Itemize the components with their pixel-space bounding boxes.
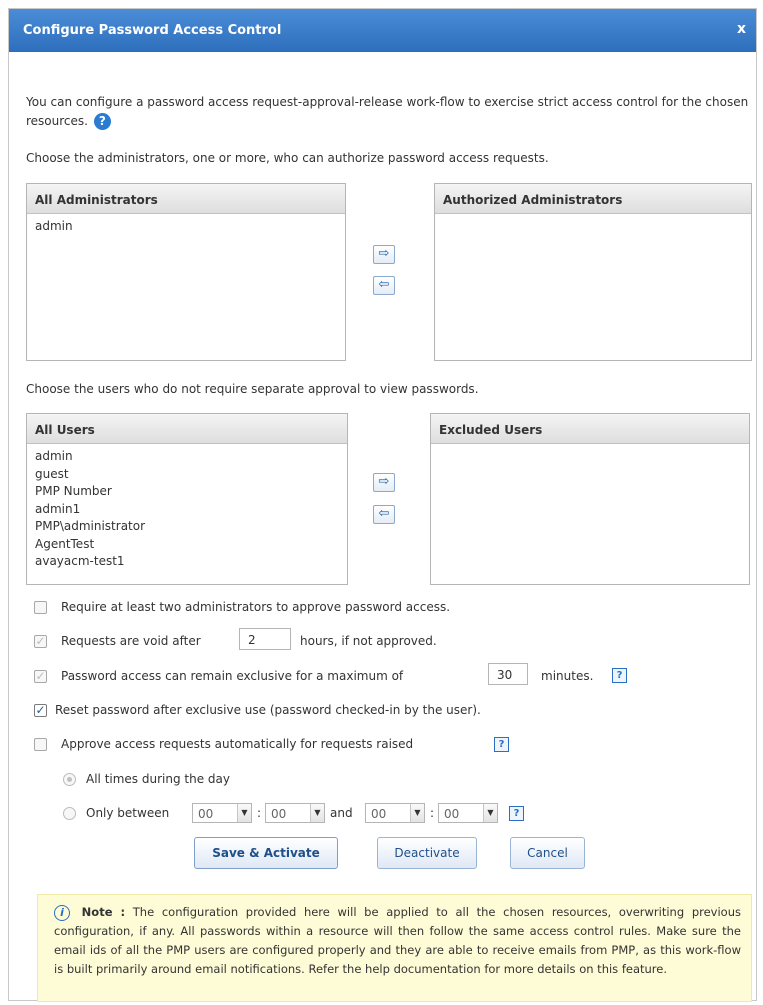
end-minute-select[interactable]: 00 ▼	[438, 803, 498, 823]
start-hour-select[interactable]: 00 ▼	[192, 803, 252, 823]
list-item[interactable]: guest	[35, 466, 347, 484]
all-users-list[interactable]: All Users admin guest PMP Number admin1 PMP\…	[26, 413, 348, 585]
all-administrators-list[interactable]: All Administrators admin	[26, 183, 346, 361]
void-after-prefix: Requests are void after	[61, 634, 201, 648]
cancel-button[interactable]: Cancel	[510, 837, 585, 869]
configure-password-access-dialog: Configure Password Access Control x You …	[8, 8, 757, 1002]
exclusive-max-checkbox[interactable]: ✓	[34, 670, 47, 683]
list-item[interactable]: admin	[35, 448, 347, 466]
arrow-right-icon[interactable]: ⇨	[373, 245, 395, 264]
list-item[interactable]: AgentTest	[35, 536, 347, 554]
all-times-radio[interactable]	[63, 773, 76, 786]
void-after-checkbox[interactable]: ✓	[34, 635, 47, 648]
info-icon: i	[54, 904, 70, 921]
arrow-right-icon[interactable]: ⇨	[373, 473, 395, 492]
end-hour-value: 00	[371, 807, 387, 821]
help-icon[interactable]: ?	[612, 668, 627, 683]
arrow-left-icon[interactable]: ⇦	[373, 505, 395, 524]
all-administrators-items[interactable]: admin	[27, 214, 345, 236]
reset-after-label: Reset password after exclusive use (pass…	[55, 703, 481, 717]
list-item[interactable]: admin	[35, 218, 345, 236]
only-between-radio[interactable]	[63, 807, 76, 820]
note-box: i Note : The configuration provided here…	[37, 894, 752, 1002]
auto-approve-checkbox[interactable]	[34, 738, 47, 751]
require-two-admins-label: Require at least two administrators to a…	[61, 600, 451, 614]
all-times-label: All times during the day	[86, 772, 230, 786]
void-after-suffix: hours, if not approved.	[300, 634, 437, 648]
dialog-title: Configure Password Access Control	[23, 23, 282, 38]
all-administrators-header: All Administrators	[27, 184, 345, 214]
and-label: and	[330, 806, 353, 820]
deactivate-button[interactable]: Deactivate	[377, 837, 477, 869]
only-between-label: Only between	[86, 806, 170, 820]
exclusive-max-prefix: Password access can remain exclusive for…	[61, 669, 404, 683]
help-icon[interactable]: ?	[93, 113, 111, 130]
users-prompt: Choose the users who do not require sepa…	[26, 382, 479, 396]
authorized-administrators-header: Authorized Administrators	[435, 184, 751, 214]
intro-text: You can configure a password access requ…	[26, 93, 751, 131]
chevron-down-icon: ▼	[483, 804, 497, 822]
excluded-users-items[interactable]	[431, 444, 749, 448]
require-two-admins-checkbox[interactable]	[34, 601, 47, 614]
chevron-down-icon: ▼	[237, 804, 251, 822]
exclusive-max-suffix: minutes.	[541, 669, 594, 683]
arrow-left-icon[interactable]: ⇦	[373, 276, 395, 295]
list-item[interactable]: admin1	[35, 501, 347, 519]
excluded-users-header: Excluded Users	[431, 414, 749, 444]
all-users-items[interactable]: admin guest PMP Number admin1 PMP\administra…	[27, 444, 347, 571]
close-icon[interactable]: x	[737, 21, 746, 37]
start-minute-value: 00	[271, 807, 287, 821]
help-icon[interactable]: ?	[509, 806, 524, 821]
reset-after-checkbox[interactable]: ✓	[34, 704, 47, 717]
authorized-administrators-items[interactable]	[435, 214, 751, 218]
excluded-users-list[interactable]: Excluded Users	[430, 413, 750, 585]
end-minute-value: 00	[444, 807, 460, 821]
start-minute-select[interactable]: 00 ▼	[265, 803, 325, 823]
auto-approve-label: Approve access requests automatically fo…	[61, 737, 414, 751]
time-colon: :	[257, 806, 262, 820]
authorized-administrators-list[interactable]: Authorized Administrators	[434, 183, 752, 361]
intro-description: You can configure a password access requ…	[26, 95, 749, 128]
exclusive-max-minutes-input[interactable]: 30	[488, 663, 528, 685]
dialog-titlebar: Configure Password Access Control x	[9, 9, 756, 52]
note-label: Note :	[81, 905, 126, 919]
chevron-down-icon: ▼	[310, 804, 324, 822]
admins-prompt: Choose the administrators, one or more, …	[26, 151, 549, 165]
note-text: The configuration provided here will be …	[54, 905, 741, 976]
save-activate-button[interactable]: Save & Activate	[194, 837, 338, 869]
start-hour-value: 00	[198, 807, 214, 821]
chevron-down-icon: ▼	[410, 804, 424, 822]
list-item[interactable]: PMP\administrator	[35, 518, 347, 536]
help-icon[interactable]: ?	[494, 737, 509, 752]
list-item[interactable]: avayacm-test1	[35, 553, 347, 571]
time-colon: :	[430, 806, 435, 820]
end-hour-select[interactable]: 00 ▼	[365, 803, 425, 823]
void-after-hours-input[interactable]: 2	[239, 628, 291, 650]
all-users-header: All Users	[27, 414, 347, 444]
list-item[interactable]: PMP Number	[35, 483, 347, 501]
